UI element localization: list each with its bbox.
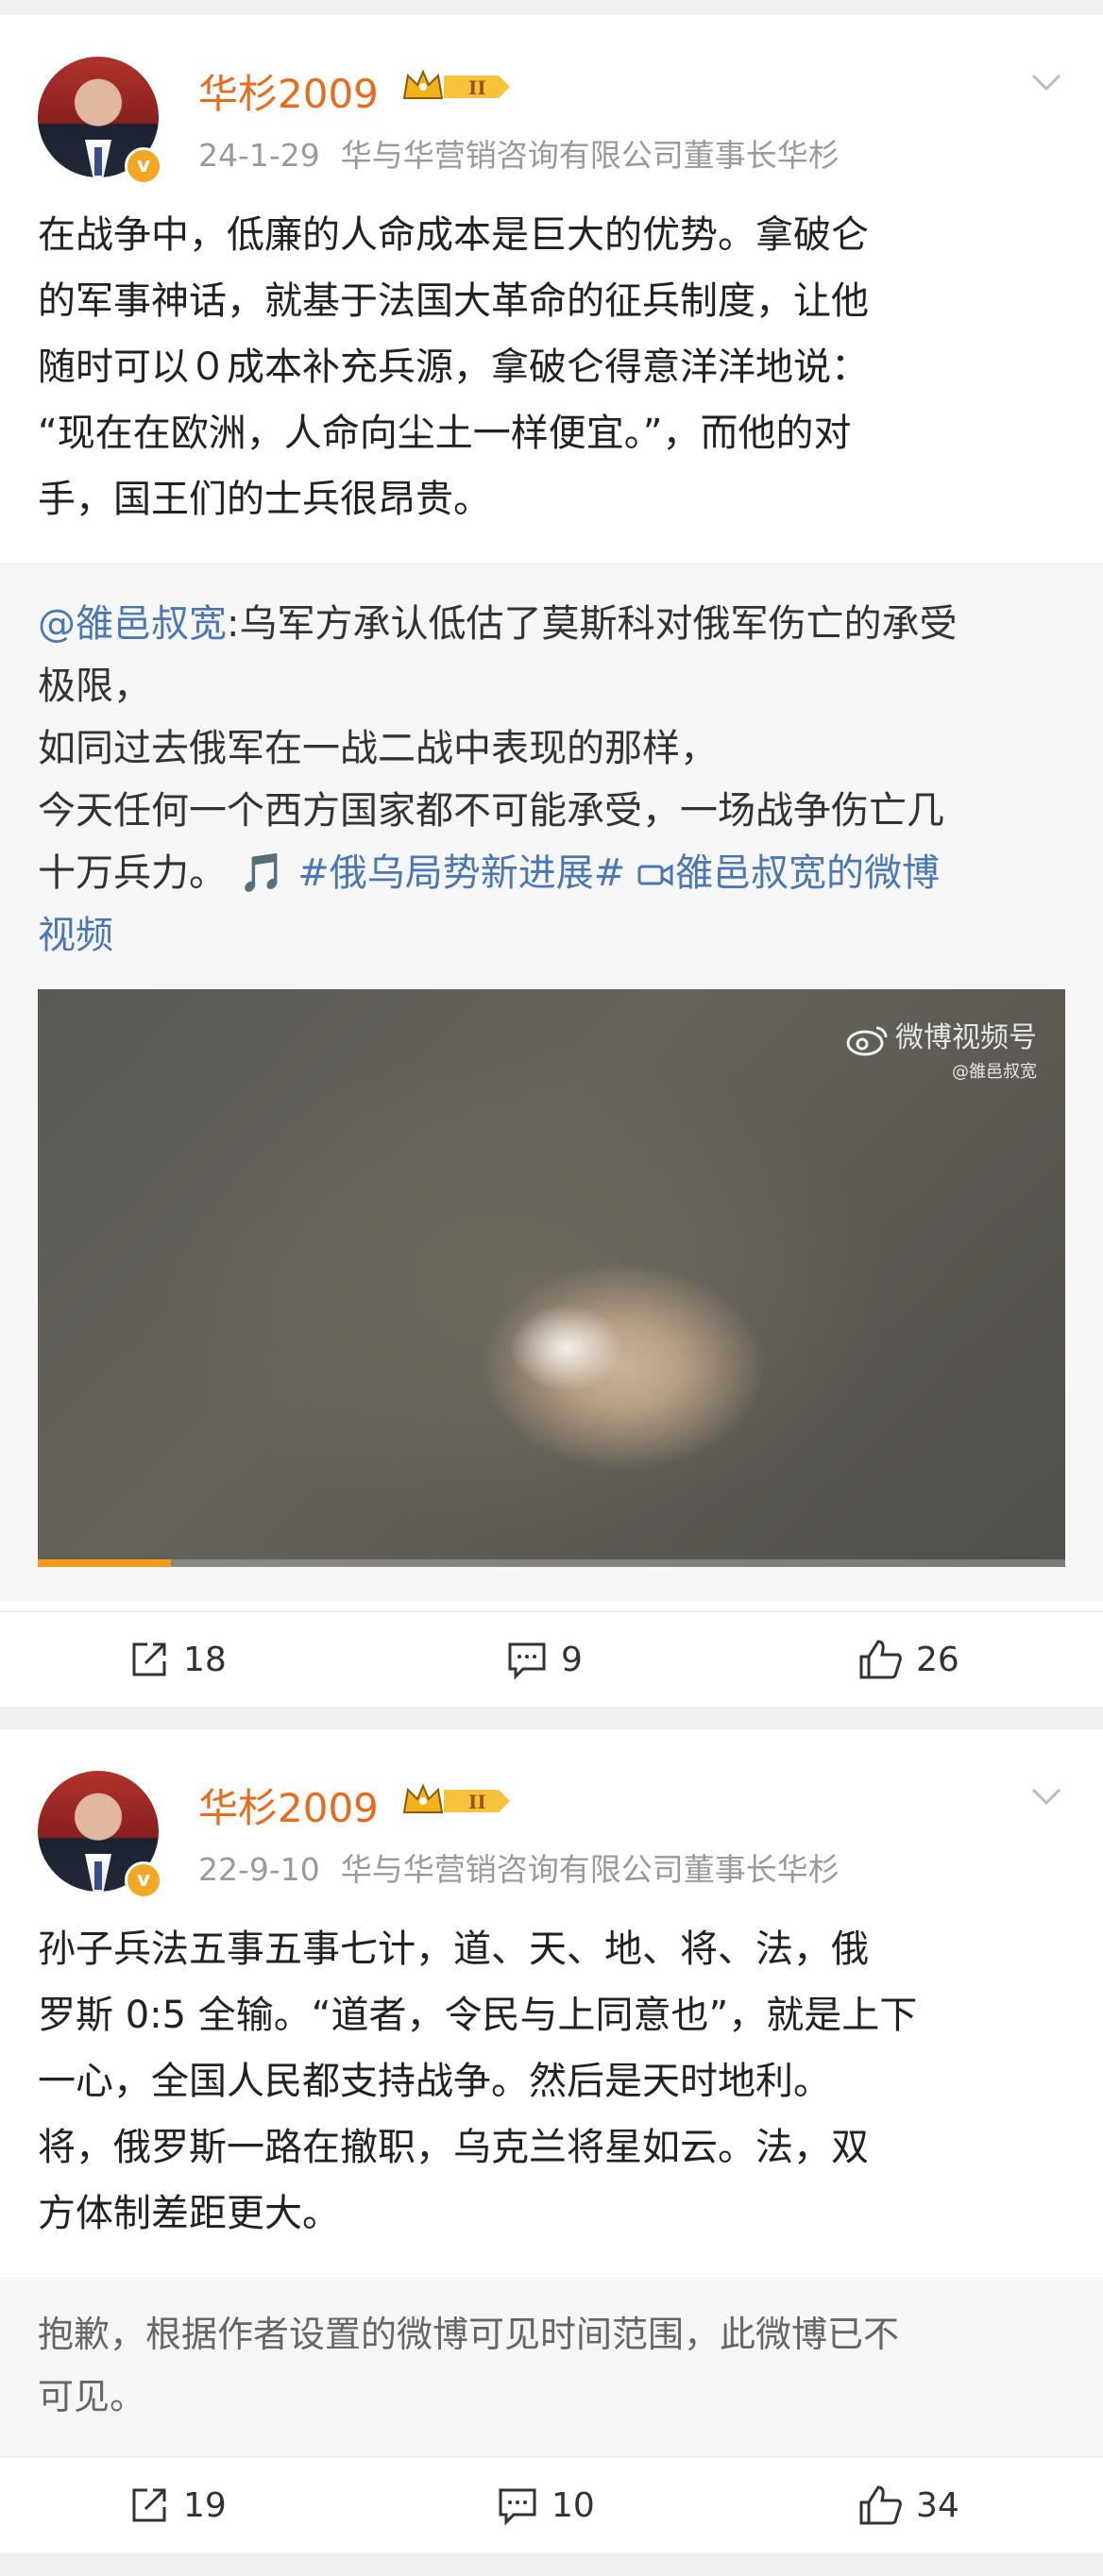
- video-link[interactable]: 雒邑叔宽的微博: [637, 851, 940, 895]
- topic-link[interactable]: #俄乌局势新进展#: [297, 851, 625, 895]
- repost-text-line: 如同过去俄军在一战二战中表现的那样，: [38, 727, 718, 770]
- post-date[interactable]: 22-9-10: [198, 1851, 320, 1888]
- repost-button[interactable]: 19: [128, 2458, 227, 2552]
- post-body-line: 的军事神话，就基于法国大革命的征兵制度，让他: [38, 279, 869, 323]
- thumbs-up-icon: [859, 2485, 902, 2525]
- verified-badge-icon: v: [125, 1861, 162, 1899]
- video-camera-icon: [637, 864, 673, 886]
- video-progress-track[interactable]: [38, 1559, 1065, 1567]
- post-body-line: 随时可以０成本补充兵源，拿破仑得意洋洋地说：: [38, 345, 869, 389]
- comment-icon: [508, 1642, 546, 1680]
- thumbs-up-icon: [859, 1640, 902, 1679]
- post-body-line: 在战争中，低廉的人命成本是巨大的优势。拿破仑: [38, 213, 869, 257]
- post-body-line: 罗斯 0:5 全输。“道者，令民与上同意也”，就是上下: [38, 1994, 918, 2037]
- like-button[interactable]: 26: [857, 1612, 959, 1707]
- repost-count: 18: [183, 1640, 227, 1679]
- hidden-notice: 抱歉，根据作者设置的微博可见时间范围，此微博已不 可见。: [38, 2314, 900, 2417]
- repost-text-line: 今天任何一个西方国家都不可能承受，一场战争伤亡几: [38, 789, 944, 833]
- repost-count: 19: [183, 2485, 227, 2525]
- repost-text-line: 极限，: [38, 665, 151, 708]
- svg-text:II: II: [468, 1791, 486, 1813]
- chevron-down-icon[interactable]: [1029, 1782, 1063, 1809]
- post-meta: 24-1-29 华与华营销咨询有限公司董事长华杉: [198, 130, 840, 176]
- post-date[interactable]: 24-1-29: [198, 137, 320, 174]
- svg-text:II: II: [468, 76, 486, 99]
- post-body: 在战争中，低廉的人命成本是巨大的优势。拿破仑 的军事神话，就基于法国大革命的征兵…: [38, 202, 1067, 532]
- post-body-line: “现在在欧洲，人命向尘土一样便宜。”，而他的对: [38, 412, 852, 455]
- username[interactable]: 华杉2009: [198, 62, 379, 120]
- chevron-down-icon[interactable]: [1029, 68, 1063, 94]
- post-source: 华与华营销咨询有限公司董事长华杉: [340, 1851, 840, 1888]
- like-button[interactable]: 34: [857, 2458, 959, 2552]
- repost-text-line: :乌军方承认低估了莫斯科对俄军伤亡的承受: [227, 602, 958, 646]
- vip-crown-badge-icon[interactable]: II: [400, 66, 514, 108]
- mention-link[interactable]: @雒邑叔宽: [38, 602, 227, 646]
- weibo-logo-icon: [846, 1026, 888, 1055]
- repost-icon: [132, 2488, 166, 2522]
- video-watermark: 微博视频号 @雒邑叔宽: [844, 1014, 1037, 1083]
- comment-button[interactable]: 10: [497, 2458, 595, 2552]
- video-progress-bar[interactable]: [38, 1559, 172, 1567]
- reposted-weibo[interactable]: @雒邑叔宽:乌军方承认低估了莫斯科对俄军伤亡的承受 极限， 如同过去俄军在一战二…: [0, 563, 1103, 1601]
- comment-count: 9: [561, 1640, 583, 1679]
- post-body-line: 孙子兵法五事五事七计，道、天、地、将、法，俄: [38, 1928, 869, 1971]
- avatar[interactable]: v: [38, 1771, 162, 1899]
- music-icon: 🎵: [238, 851, 286, 895]
- post-source: 华与华营销咨询有限公司董事长华杉: [340, 137, 840, 174]
- post-body-line: 将，俄罗斯一路在撤职，乌克兰将星如云。法，双: [38, 2126, 869, 2169]
- post-body-line: 手，国王们的士兵很昂贵。: [38, 478, 491, 521]
- username[interactable]: 华杉2009: [198, 1776, 379, 1834]
- post-actions: 19 10 34: [0, 2458, 1103, 2552]
- post-body-line: 一心，全国人民都支持战争。然后是天时地利。: [38, 2060, 831, 2103]
- post-meta: 22-9-10 华与华营销咨询有限公司董事长华杉: [198, 1844, 840, 1890]
- post-actions: 18 9 26: [0, 1612, 1103, 1707]
- comment-button[interactable]: 9: [506, 1612, 583, 1707]
- like-count: 34: [916, 2485, 959, 2525]
- repost-text-line: 十万兵力。: [38, 851, 227, 895]
- post-body: 孙子兵法五事五事七计，道、天、地、将、法，俄 罗斯 0:5 全输。“道者，令民与…: [38, 1916, 1067, 2247]
- post-body-line: 方体制差距更大。: [38, 2192, 340, 2235]
- repost-text: @雒邑叔宽:乌军方承认低估了莫斯科对俄军伤亡的承受 极限， 如同过去俄军在一战二…: [38, 593, 1067, 967]
- repost-icon: [132, 1642, 166, 1676]
- video-link-cont[interactable]: 视频: [38, 904, 1067, 967]
- avatar[interactable]: v: [38, 57, 162, 185]
- verified-badge-icon: v: [125, 147, 162, 185]
- video-player[interactable]: 微博视频号 @雒邑叔宽: [38, 989, 1065, 1567]
- vip-crown-badge-icon[interactable]: II: [400, 1780, 514, 1822]
- like-count: 26: [916, 1640, 959, 1679]
- weibo-post: v 华杉2009 II 22-9-10 华与华营销咨询有限公司董事长华杉 孙子兵法…: [0, 1729, 1103, 2552]
- reposted-weibo-unavailable: 抱歉，根据作者设置的微博可见时间范围，此微博已不 可见。: [0, 2277, 1103, 2456]
- comment-icon: [499, 2488, 536, 2526]
- comment-count: 10: [552, 2485, 595, 2525]
- weibo-post: v 华杉2009 II 24-1-29 华与华营销咨询有限公司董事长华杉 在战争中…: [0, 15, 1103, 1707]
- repost-button[interactable]: 18: [128, 1612, 227, 1707]
